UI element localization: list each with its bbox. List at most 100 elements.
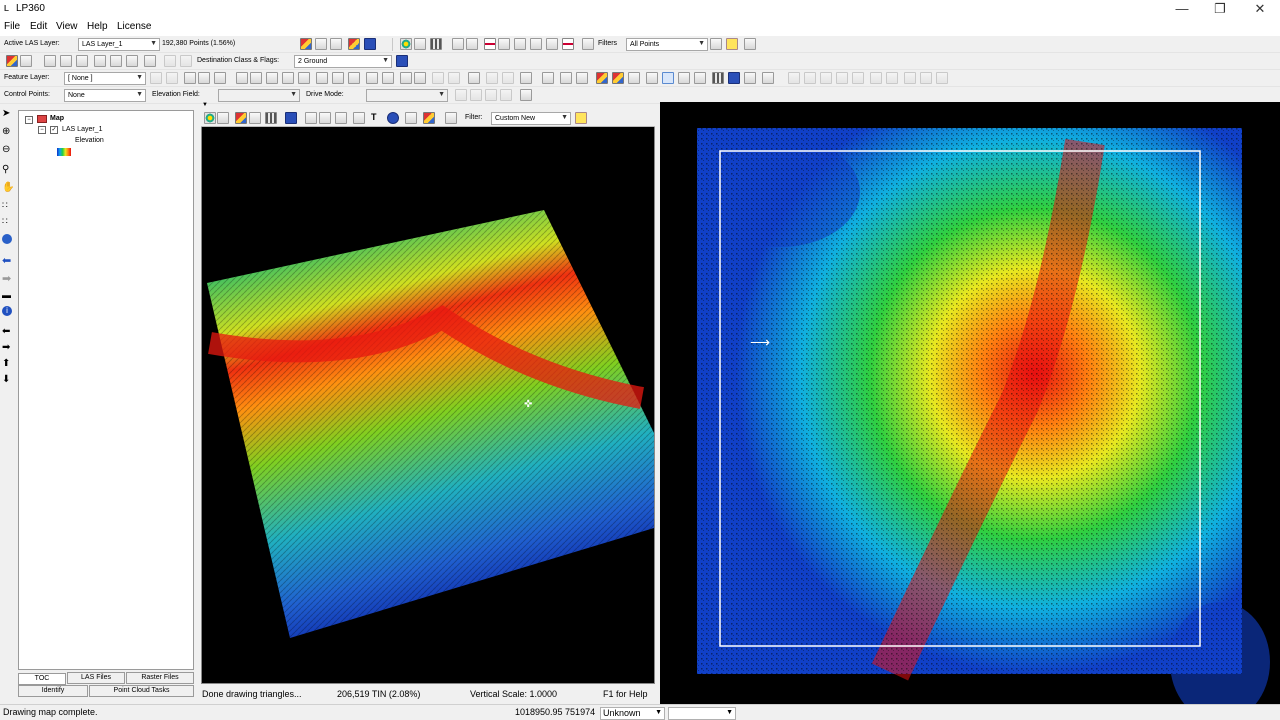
minimize-button[interactable]: — bbox=[1162, 0, 1202, 20]
color-layer3-icon[interactable] bbox=[628, 72, 640, 84]
display-mode-icon[interactable] bbox=[204, 112, 216, 124]
clear-selection-icon[interactable] bbox=[144, 55, 156, 67]
menu-file[interactable]: File bbox=[4, 21, 20, 32]
table3-icon[interactable] bbox=[562, 38, 574, 50]
prev-icon[interactable] bbox=[470, 89, 482, 101]
merge2-icon[interactable] bbox=[448, 72, 460, 84]
draw3-icon[interactable] bbox=[348, 72, 360, 84]
snapshot-icon[interactable] bbox=[646, 72, 658, 84]
tab-las-files[interactable]: LAS Files bbox=[67, 672, 125, 684]
zoom-in-icon[interactable]: ⊕ bbox=[2, 126, 14, 138]
axes-icon[interactable] bbox=[405, 112, 417, 124]
breakline2-icon[interactable] bbox=[282, 72, 294, 84]
chevron-down-icon[interactable] bbox=[466, 38, 478, 50]
globe-icon[interactable] bbox=[364, 38, 376, 50]
breakline-icon[interactable] bbox=[266, 72, 278, 84]
breakline3-icon[interactable] bbox=[298, 72, 310, 84]
select-arrow-icon[interactable]: ➤ bbox=[2, 108, 14, 120]
copy-icon[interactable] bbox=[445, 112, 457, 124]
elevation-field-select[interactable]: ▼ bbox=[218, 89, 300, 102]
funnel-icon[interactable] bbox=[726, 38, 738, 50]
rotate-icon[interactable] bbox=[366, 72, 378, 84]
last-icon[interactable] bbox=[500, 89, 512, 101]
points-icon[interactable] bbox=[265, 112, 277, 124]
profile-tool-icon[interactable] bbox=[315, 38, 327, 50]
panel-collapse-icon[interactable]: ▼ bbox=[202, 102, 208, 108]
close-icon[interactable] bbox=[520, 72, 532, 84]
chevron-down-icon[interactable] bbox=[250, 72, 262, 84]
ruler-icon[interactable] bbox=[542, 72, 554, 84]
move-icon[interactable] bbox=[744, 72, 756, 84]
tool-b-icon[interactable] bbox=[804, 72, 816, 84]
map-canvas[interactable]: ⟶ bbox=[660, 102, 1280, 720]
color-layer2-icon[interactable] bbox=[612, 72, 624, 84]
sketch-icon[interactable] bbox=[198, 72, 210, 84]
tool-c-icon[interactable] bbox=[820, 72, 832, 84]
table2-icon[interactable] bbox=[546, 38, 558, 50]
zoom-extent-icon[interactable] bbox=[514, 38, 526, 50]
tool-h-icon[interactable] bbox=[904, 72, 916, 84]
edit-icon[interactable] bbox=[20, 55, 32, 67]
select-line-icon[interactable] bbox=[94, 55, 106, 67]
draw-icon[interactable] bbox=[316, 72, 328, 84]
select-box-icon[interactable] bbox=[76, 55, 88, 67]
save-edits-icon[interactable] bbox=[150, 72, 162, 84]
feature-layer-select[interactable]: [ None ] ▼ bbox=[64, 72, 146, 85]
split-icon[interactable] bbox=[400, 72, 412, 84]
units-select[interactable]: Unknown ▼ bbox=[600, 707, 665, 720]
arrow-left-icon[interactable]: ⬅ bbox=[2, 326, 14, 338]
measure-icon[interactable]: ▬ bbox=[2, 290, 14, 302]
map-view[interactable]: ⟶ bbox=[660, 102, 1280, 720]
tool-j-icon[interactable] bbox=[936, 72, 948, 84]
rotate2-icon[interactable] bbox=[382, 72, 394, 84]
zoom-out-icon[interactable]: ⊖ bbox=[2, 144, 14, 156]
zoom-extent-icon[interactable] bbox=[335, 112, 347, 124]
fixed-zoom-in-icon[interactable]: ∷ bbox=[2, 200, 14, 212]
copy-view-icon[interactable] bbox=[762, 72, 774, 84]
classify-icon[interactable] bbox=[6, 55, 18, 67]
stamp2-icon[interactable] bbox=[576, 72, 588, 84]
pointer-icon[interactable] bbox=[236, 72, 248, 84]
tab-point-cloud-tasks[interactable]: Point Cloud Tasks bbox=[89, 685, 194, 697]
info-icon[interactable]: i bbox=[2, 306, 12, 316]
help-cursor-icon[interactable] bbox=[744, 38, 756, 50]
stamp-icon[interactable] bbox=[560, 72, 572, 84]
camera-icon[interactable] bbox=[330, 38, 342, 50]
drive-mode-select[interactable]: ▼ bbox=[366, 89, 448, 102]
cube-icon[interactable] bbox=[728, 72, 740, 84]
sketch2-icon[interactable] bbox=[214, 72, 226, 84]
tool-a-icon[interactable] bbox=[788, 72, 800, 84]
triangle-tool-icon[interactable] bbox=[300, 38, 312, 50]
color-layer-icon[interactable] bbox=[596, 72, 608, 84]
chevron-down-icon[interactable] bbox=[217, 112, 229, 124]
destination-class-select[interactable]: 2 Ground ▼ bbox=[294, 55, 392, 68]
display-mode-icon[interactable] bbox=[400, 38, 412, 50]
view2-icon[interactable] bbox=[694, 72, 706, 84]
3d-terrain-canvas[interactable]: ✜ bbox=[202, 128, 654, 680]
filter-edit-icon[interactable] bbox=[710, 38, 722, 50]
render-icon[interactable] bbox=[452, 38, 464, 50]
table-view-icon[interactable] bbox=[520, 89, 532, 101]
toc-elevation-node[interactable]: Elevation bbox=[75, 137, 104, 144]
chevron-down-icon[interactable] bbox=[249, 112, 261, 124]
circle-select-icon[interactable] bbox=[126, 55, 138, 67]
edit-vertices-icon[interactable] bbox=[184, 72, 196, 84]
tree-collapse-icon[interactable]: − bbox=[38, 126, 46, 134]
arrow-right-icon[interactable]: ➡ bbox=[2, 342, 14, 354]
globe-icon[interactable] bbox=[387, 112, 399, 124]
tab-toc[interactable]: TOC bbox=[18, 673, 66, 685]
tool-g-icon[interactable] bbox=[886, 72, 898, 84]
layers-icon[interactable] bbox=[348, 38, 360, 50]
maximize-button[interactable]: ❐ bbox=[1200, 0, 1240, 20]
control-points-select[interactable]: None ▼ bbox=[64, 89, 146, 102]
undo-feature-icon[interactable] bbox=[486, 72, 498, 84]
undo-icon[interactable] bbox=[164, 55, 176, 67]
tab-raster-files[interactable]: Raster Files bbox=[126, 672, 194, 684]
triangle-icon[interactable] bbox=[423, 112, 435, 124]
menu-edit[interactable]: Edit bbox=[30, 21, 47, 32]
flag-icon[interactable] bbox=[396, 55, 408, 67]
tool-d-icon[interactable] bbox=[836, 72, 848, 84]
next-icon[interactable] bbox=[485, 89, 497, 101]
select-poly-icon[interactable] bbox=[60, 55, 72, 67]
select-rect-icon[interactable] bbox=[44, 55, 56, 67]
